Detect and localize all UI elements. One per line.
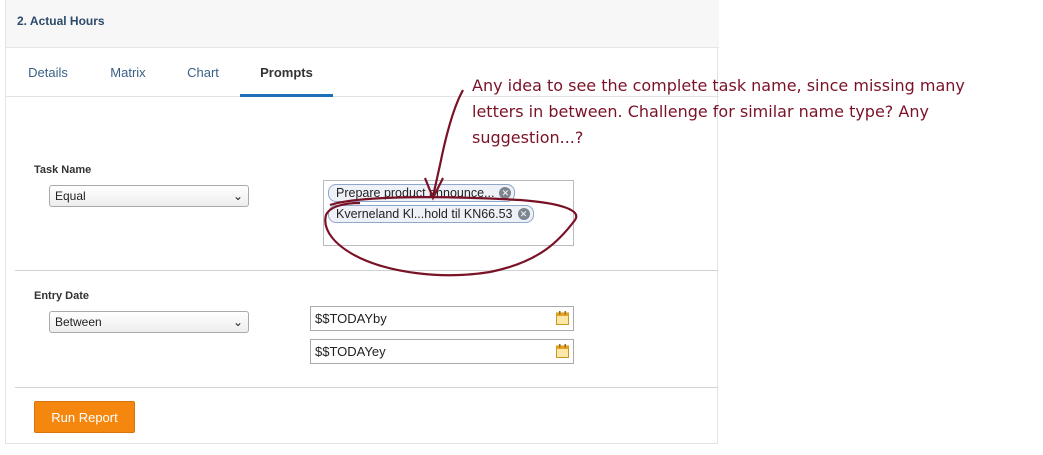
annotation-arrow-icon <box>431 89 464 197</box>
annotation-circle-icon <box>324 196 578 277</box>
annotation-ink <box>324 89 578 277</box>
